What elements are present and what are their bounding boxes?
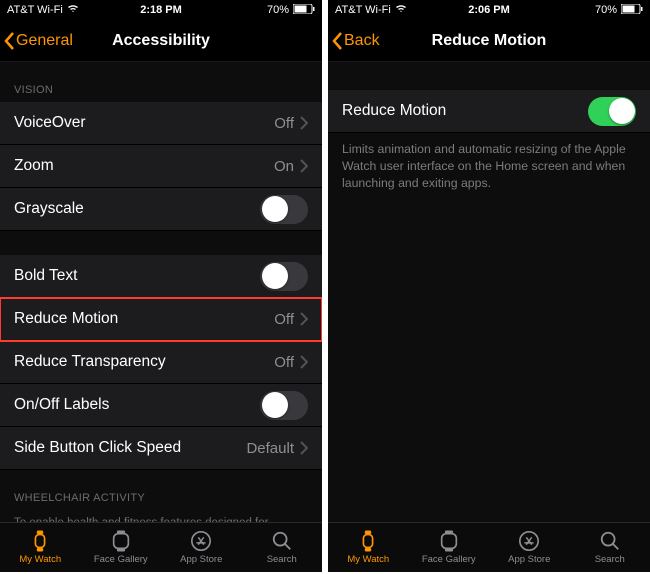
nav-bar: Back Reduce Motion — [328, 20, 650, 62]
group-gap — [328, 62, 650, 90]
status-bar: AT&T Wi-Fi 2:06 PM 70% — [328, 0, 650, 20]
tab-label: Face Gallery — [94, 554, 148, 565]
tab-label: Search — [595, 554, 625, 565]
app-store-icon — [517, 530, 541, 552]
chevron-right-icon — [300, 355, 308, 369]
row-reduce-motion-toggle[interactable]: Reduce Motion — [328, 90, 650, 133]
row-label: Grayscale — [14, 200, 84, 218]
nav-title: Reduce Motion — [328, 32, 650, 50]
row-grayscale[interactable]: Grayscale — [0, 188, 322, 231]
tab-face-gallery[interactable]: Face Gallery — [81, 523, 162, 572]
row-label: VoiceOver — [14, 114, 86, 132]
nav-bar: General Accessibility — [0, 20, 322, 62]
row-voiceover[interactable]: VoiceOver Off — [0, 102, 322, 145]
status-time: 2:06 PM — [328, 4, 650, 16]
row-label: On/Off Labels — [14, 396, 109, 414]
face-gallery-icon — [437, 530, 461, 552]
chevron-right-icon — [300, 159, 308, 173]
row-label: Bold Text — [14, 267, 77, 285]
status-bar: AT&T Wi-Fi 2:18 PM 70% — [0, 0, 322, 20]
toggle-bold-text[interactable] — [260, 262, 308, 291]
row-label: Zoom — [14, 157, 54, 175]
row-side-button-speed[interactable]: Side Button Click Speed Default — [0, 427, 322, 470]
group-header-wheelchair: WHEELCHAIR ACTIVITY — [0, 470, 322, 510]
chevron-right-icon — [300, 116, 308, 130]
tab-my-watch[interactable]: My Watch — [0, 523, 81, 572]
tab-app-store[interactable]: App Store — [161, 523, 242, 572]
tab-face-gallery[interactable]: Face Gallery — [409, 523, 490, 572]
tab-app-store[interactable]: App Store — [489, 523, 570, 572]
nav-title: Accessibility — [0, 32, 322, 50]
row-label: Side Button Click Speed — [14, 439, 181, 457]
row-label: Reduce Motion — [14, 310, 118, 328]
row-zoom[interactable]: Zoom On — [0, 145, 322, 188]
row-value: Off — [274, 311, 294, 328]
tab-label: Face Gallery — [422, 554, 476, 565]
row-value: Off — [274, 115, 294, 132]
row-value: Default — [246, 440, 294, 457]
toggle-grayscale[interactable] — [260, 195, 308, 224]
tab-label: App Store — [180, 554, 222, 565]
chevron-right-icon — [300, 441, 308, 455]
search-icon — [270, 530, 294, 552]
content-scroll[interactable]: Reduce Motion Limits animation and autom… — [328, 62, 650, 522]
tab-search[interactable]: Search — [570, 523, 650, 572]
search-icon — [598, 530, 622, 552]
group-header-vision: VISION — [0, 62, 322, 102]
row-reduce-motion[interactable]: Reduce Motion Off — [0, 298, 322, 341]
tab-label: My Watch — [347, 554, 389, 565]
tab-label: App Store — [508, 554, 550, 565]
reduce-motion-screen: AT&T Wi-Fi 2:06 PM 70% Back Reduce Motio… — [328, 0, 650, 572]
row-reduce-transparency[interactable]: Reduce Transparency Off — [0, 341, 322, 384]
tab-bar: My Watch Face Gallery App Store Search — [328, 522, 650, 572]
group-gap — [0, 231, 322, 255]
tab-search[interactable]: Search — [242, 523, 323, 572]
face-gallery-icon — [109, 530, 133, 552]
app-store-icon — [189, 530, 213, 552]
content-scroll[interactable]: VISION VoiceOver Off Zoom On Grayscale B… — [0, 62, 322, 522]
watch-icon — [356, 530, 380, 552]
tab-label: Search — [267, 554, 297, 565]
reduce-motion-description: Limits animation and automatic resizing … — [328, 133, 650, 201]
tab-bar: My Watch Face Gallery App Store Search — [0, 522, 322, 572]
row-value: Off — [274, 354, 294, 371]
toggle-onoff-labels[interactable] — [260, 391, 308, 420]
tab-label: My Watch — [19, 554, 61, 565]
watch-icon — [28, 530, 52, 552]
status-time: 2:18 PM — [0, 4, 322, 16]
row-bold-text[interactable]: Bold Text — [0, 255, 322, 298]
toggle-reduce-motion[interactable] — [588, 97, 636, 126]
row-label: Reduce Motion — [342, 102, 446, 120]
row-value: On — [274, 158, 294, 175]
row-onoff-labels[interactable]: On/Off Labels — [0, 384, 322, 427]
accessibility-screen: AT&T Wi-Fi 2:18 PM 70% General Accessibi… — [0, 0, 322, 572]
chevron-right-icon — [300, 312, 308, 326]
tab-my-watch[interactable]: My Watch — [328, 523, 409, 572]
row-label: Reduce Transparency — [14, 353, 166, 371]
group-footer-wheelchair: To enable health and fitness features de… — [0, 510, 322, 522]
